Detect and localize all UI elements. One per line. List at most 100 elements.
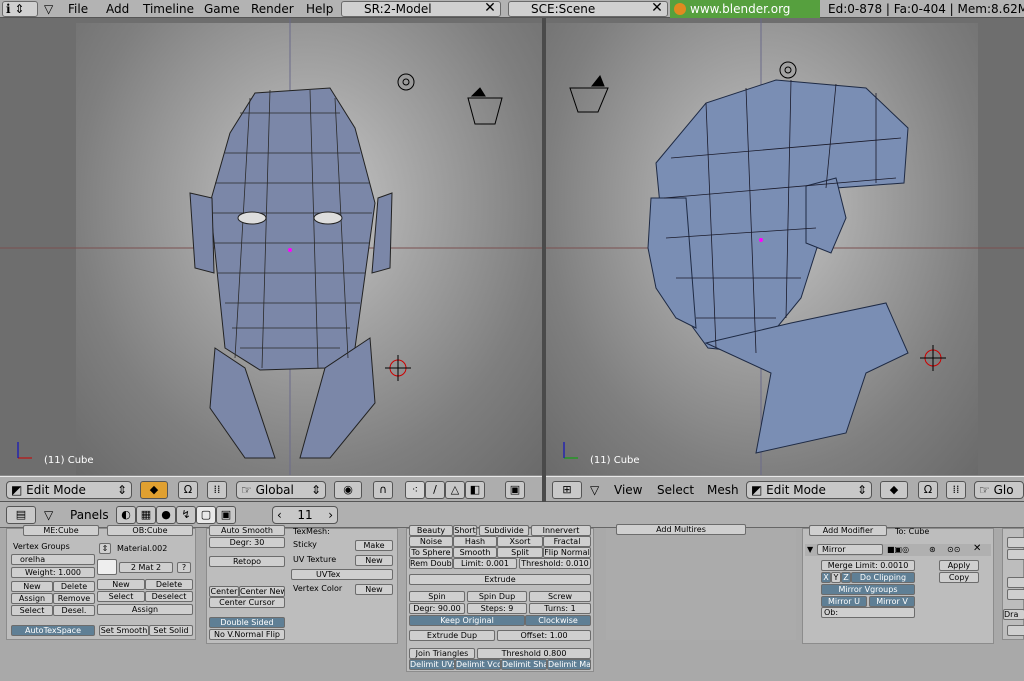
menu-mesh[interactable]: Mesh — [707, 481, 739, 499]
menu-view[interactable]: View — [614, 481, 642, 499]
split-button[interactable]: Split — [497, 547, 543, 558]
retopo-toggle[interactable]: Retopo — [209, 556, 285, 567]
center-new-button[interactable]: Center New — [239, 586, 285, 597]
auto-smooth-degree-field[interactable]: Degr: 30 — [209, 537, 285, 548]
mesh-name-field[interactable]: ME:Cube — [23, 525, 99, 536]
mode-selector-right[interactable]: ◩ Edit Mode ⇕ — [746, 481, 872, 499]
modifier-move-up-icon[interactable]: ⊙⊙ — [947, 545, 960, 555]
menu-render[interactable]: Render — [251, 0, 294, 18]
mode-selector[interactable]: ◩ Edit Mode ⇕ — [6, 481, 132, 499]
expand-icon[interactable]: ▼ — [807, 545, 813, 555]
threshold-field[interactable]: Threshold: 0.010 — [519, 558, 591, 569]
modifier-visibility-icon[interactable]: ■▣◎ — [887, 545, 909, 555]
spin-button[interactable]: Spin — [409, 591, 465, 602]
material-delete-button[interactable]: Delete — [145, 579, 193, 590]
vertex-color-new-button[interactable]: New — [355, 584, 393, 595]
pivot-icon[interactable]: Ω — [178, 481, 198, 499]
no-vnormal-flip-toggle[interactable]: No V.Normal Flip — [209, 629, 285, 640]
noise-button[interactable]: Noise — [409, 536, 453, 547]
xsort-button[interactable]: Xsort — [497, 536, 543, 547]
buttons-editor-type-icon[interactable]: ▤ — [6, 506, 36, 524]
vgroup-assign-button[interactable]: Assign — [11, 593, 53, 604]
vgroup-deselect-button[interactable]: Desel. — [53, 605, 95, 616]
menu-select[interactable]: Select — [657, 481, 694, 499]
object-icon[interactable]: ↯ — [176, 506, 196, 524]
proportional-edit-icon[interactable]: ◉ — [334, 481, 362, 499]
layers-icon[interactable]: ⁞⁞ — [207, 481, 227, 499]
occlude-icon[interactable]: ◧ — [465, 481, 485, 499]
extrude-button[interactable]: Extrude — [409, 574, 591, 585]
screw-button[interactable]: Screw — [529, 591, 591, 602]
mirror-v-toggle[interactable]: Mirror V — [869, 596, 915, 607]
center-button[interactable]: Center — [209, 586, 239, 597]
vgroup-new-button[interactable]: New — [11, 581, 53, 592]
threshold2-field[interactable]: Threshold 0.800 — [477, 648, 591, 659]
add-modifier-button[interactable]: Add Modifier — [809, 525, 887, 536]
close-screen-icon[interactable]: ✕ — [481, 1, 499, 17]
flip-normal-button[interactable]: Flip Normal — [543, 547, 591, 558]
mirror-object-field[interactable]: Ob: — [821, 607, 915, 618]
clockwise-toggle[interactable]: Clockwise — [525, 615, 591, 626]
url-badge[interactable]: www.blender.org 249.2 — [670, 0, 820, 34]
menu-file[interactable]: File — [68, 0, 88, 18]
material-new-button[interactable]: New — [97, 579, 145, 590]
render-view-icon[interactable]: ▣ — [505, 481, 525, 499]
axis-y-toggle[interactable]: Y — [831, 572, 841, 583]
limit-field[interactable]: Limit: 0.001 — [453, 558, 517, 569]
partial-button-5[interactable] — [1007, 625, 1024, 636]
weight-field[interactable]: Weight: 1.000 — [11, 567, 95, 578]
editing-icon[interactable]: ▢ — [196, 506, 216, 524]
axis-z-toggle[interactable]: Z — [841, 572, 851, 583]
subdivide-button[interactable]: Subdivide — [479, 525, 529, 536]
keep-original-toggle[interactable]: Keep Original — [409, 615, 525, 626]
merge-limit-field[interactable]: Merge Limit: 0.0010 — [821, 560, 915, 571]
menu-game[interactable]: Game — [204, 0, 240, 18]
vertex-select-icon[interactable]: ⁖ — [405, 481, 425, 499]
delimit-sharp-toggle[interactable]: Delimit Sha — [501, 659, 547, 670]
delimit-mat-toggle[interactable]: Delimit Mat — [547, 659, 591, 670]
material-help-button[interactable]: ? — [177, 562, 191, 573]
double-sided-toggle[interactable]: Double Sided — [209, 617, 285, 628]
rem-doubles-button[interactable]: Rem Doubl — [409, 558, 453, 569]
modifier-apply-button[interactable]: Apply — [939, 560, 979, 571]
material-select-button[interactable]: Select — [97, 591, 145, 602]
partial-button-4[interactable] — [1007, 589, 1024, 600]
modifier-copy-button[interactable]: Copy — [939, 572, 979, 583]
offset-field[interactable]: Offset: 1.00 — [497, 630, 591, 641]
editor-type-icon[interactable]: ⊞ — [552, 481, 582, 499]
spin-dup-button[interactable]: Spin Dup — [467, 591, 527, 602]
set-smooth-button[interactable]: Set Smooth — [99, 625, 149, 636]
screen-selector[interactable]: SR:2-Model — [341, 1, 501, 17]
vgroup-remove-button[interactable]: Remove — [53, 593, 95, 604]
uvtex-layer-field[interactable]: UVTex — [291, 569, 393, 580]
extrude-dup-button[interactable]: Extrude Dup — [409, 630, 495, 641]
uv-texture-new-button[interactable]: New — [355, 555, 393, 566]
face-select-icon[interactable]: △ — [445, 481, 465, 499]
logic-icon[interactable]: ◐ — [116, 506, 136, 524]
steps-field[interactable]: Steps: 9 — [467, 603, 527, 614]
add-multires-button[interactable]: Add Multires — [616, 524, 746, 535]
spin-degree-field[interactable]: Degr: 90.00 — [409, 603, 465, 614]
object-name-field[interactable]: OB:Cube — [107, 525, 193, 536]
transform-orientation-select[interactable]: ☞ Global ⇕ — [236, 481, 326, 499]
scene-icon[interactable]: ▣ — [216, 506, 236, 524]
partial-draw-button[interactable]: Dra — [1003, 609, 1024, 620]
autotexspace-toggle[interactable]: AutoTexSpace — [11, 625, 95, 636]
shading-icon[interactable]: ● — [156, 506, 176, 524]
close-scene-icon[interactable]: ✕ — [648, 1, 666, 17]
material-color-swatch[interactable] — [97, 559, 117, 575]
delimit-uvs-toggle[interactable]: Delimit UVs — [409, 659, 455, 670]
layers-icon-right[interactable]: ⁞⁞ — [946, 481, 966, 499]
partial-button-1[interactable] — [1007, 537, 1024, 548]
mirror-u-toggle[interactable]: Mirror U — [821, 596, 867, 607]
mirror-vgroups-toggle[interactable]: Mirror Vgroups — [821, 584, 915, 595]
partial-button-2[interactable] — [1007, 549, 1024, 560]
auto-smooth-toggle[interactable]: Auto Smooth — [209, 525, 285, 536]
modifier-cage-icon[interactable]: ⊛ — [929, 545, 936, 555]
axis-x-toggle[interactable]: X — [821, 572, 831, 583]
short-toggle[interactable]: Short — [453, 525, 477, 536]
vgroup-delete-button[interactable]: Delete — [53, 581, 95, 592]
material-deselect-button[interactable]: Deselect — [145, 591, 193, 602]
center-cursor-button[interactable]: Center Cursor — [209, 597, 285, 608]
frame-number-field[interactable]: ‹ 11 › — [272, 506, 338, 524]
